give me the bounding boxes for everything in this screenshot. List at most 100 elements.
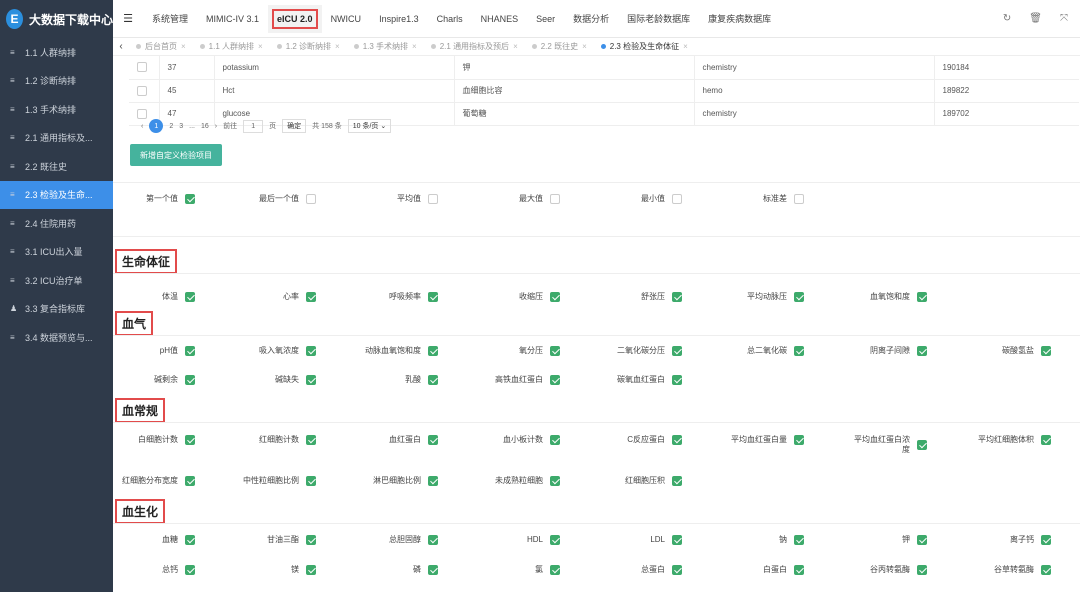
option-checkbox[interactable] bbox=[794, 292, 804, 302]
lab-option[interactable]: 碱剩余 bbox=[113, 375, 195, 385]
page-size-select[interactable]: 10 条/页 ⌄ bbox=[347, 119, 392, 133]
menu-toggle-icon[interactable]: ☰ bbox=[113, 12, 143, 25]
stat-option[interactable]: 标准差 bbox=[684, 194, 804, 204]
sidebar-item[interactable]: ≡ 1.3 手术纳排 bbox=[0, 95, 113, 124]
close-icon[interactable]: × bbox=[683, 42, 688, 51]
top-tab[interactable]: Inspire1.3 bbox=[370, 5, 428, 33]
top-tab[interactable]: MIMIC-IV 3.1 bbox=[197, 5, 268, 33]
lab-option[interactable]: 甘油三酯 bbox=[196, 535, 316, 545]
stat-option[interactable]: 最后一个值 bbox=[196, 194, 316, 204]
sidebar-item[interactable]: ≡ 3.2 ICU治疗单 bbox=[0, 266, 113, 295]
top-tab[interactable]: 系统管理 bbox=[143, 5, 197, 33]
lab-option[interactable]: 氯 bbox=[440, 565, 560, 575]
lab-option[interactable]: 氧分压 bbox=[440, 346, 560, 356]
top-tab[interactable]: Charls bbox=[428, 5, 472, 33]
lab-option[interactable]: 未成熟粒细胞 bbox=[440, 476, 560, 486]
row-checkbox[interactable] bbox=[137, 62, 147, 73]
next-page-icon[interactable]: › bbox=[215, 123, 217, 130]
option-checkbox[interactable] bbox=[306, 375, 316, 385]
option-checkbox[interactable] bbox=[794, 535, 804, 545]
option-checkbox[interactable] bbox=[917, 292, 927, 302]
lab-option[interactable]: 平均红细胞体积 bbox=[931, 435, 1051, 445]
option-checkbox[interactable] bbox=[306, 535, 316, 545]
option-checkbox[interactable] bbox=[1041, 535, 1051, 545]
option-checkbox[interactable] bbox=[917, 346, 927, 356]
prev-page-icon[interactable]: ‹ bbox=[141, 123, 143, 130]
stat-option[interactable]: 第一个值 bbox=[113, 194, 195, 204]
top-tab[interactable]: NHANES bbox=[472, 5, 528, 33]
lab-option[interactable]: 碳酸氢盐 bbox=[931, 346, 1051, 356]
lab-option[interactable]: 总蛋白 bbox=[562, 565, 682, 575]
lab-option[interactable]: 碱缺失 bbox=[196, 375, 316, 385]
lab-option[interactable]: 红细胞计数 bbox=[196, 435, 316, 445]
lab-option[interactable]: 二氧化碳分压 bbox=[562, 346, 682, 356]
page-tab[interactable]: 后台首页 × bbox=[129, 41, 193, 52]
sidebar-item[interactable]: ♟ 3.3 复合指标库 bbox=[0, 295, 113, 324]
delete-icon[interactable]: 🗑 bbox=[1029, 13, 1042, 24]
close-icon[interactable]: × bbox=[181, 42, 186, 51]
row-checkbox[interactable] bbox=[137, 85, 147, 96]
lab-option[interactable]: 谷草转氨酶 bbox=[931, 565, 1051, 575]
row-checkbox[interactable] bbox=[137, 108, 147, 119]
option-checkbox[interactable] bbox=[306, 476, 316, 486]
lab-option[interactable]: 平均动脉压 bbox=[684, 292, 804, 302]
lab-option[interactable]: 血糖 bbox=[113, 535, 195, 545]
close-icon[interactable]: × bbox=[582, 42, 587, 51]
stat-option[interactable]: 最小值 bbox=[562, 194, 682, 204]
page-tab[interactable]: 2.2 既往史 × bbox=[525, 41, 594, 52]
top-tab[interactable]: NWICU bbox=[322, 5, 371, 33]
option-checkbox[interactable] bbox=[428, 435, 438, 445]
lab-option[interactable]: 总胆固醇 bbox=[318, 535, 438, 545]
option-checkbox[interactable] bbox=[428, 292, 438, 302]
lab-option[interactable]: 磷 bbox=[318, 565, 438, 575]
close-icon[interactable]: × bbox=[335, 42, 340, 51]
option-checkbox[interactable] bbox=[672, 346, 682, 356]
page-ellipsis[interactable]: ... bbox=[189, 123, 195, 130]
fullscreen-icon[interactable]: ⤧ bbox=[1060, 13, 1068, 24]
stat-option[interactable]: 最大值 bbox=[440, 194, 560, 204]
lab-option[interactable]: 血红蛋白 bbox=[318, 435, 438, 445]
option-checkbox[interactable] bbox=[672, 194, 682, 204]
lab-option[interactable]: 总钙 bbox=[113, 565, 195, 575]
option-checkbox[interactable] bbox=[185, 565, 195, 575]
option-checkbox[interactable] bbox=[428, 476, 438, 486]
close-icon[interactable]: × bbox=[412, 42, 417, 51]
lab-option[interactable]: 乳酸 bbox=[318, 375, 438, 385]
lab-option[interactable]: 阴离子间隙 bbox=[807, 346, 927, 356]
add-custom-lab-button[interactable]: 新增自定义检验项目 bbox=[130, 144, 222, 166]
lab-option[interactable]: 平均血红蛋白浓度 bbox=[807, 435, 927, 455]
option-checkbox[interactable] bbox=[306, 565, 316, 575]
page-tab[interactable]: 1.1 人群纳排 × bbox=[193, 41, 270, 52]
option-checkbox[interactable] bbox=[185, 435, 195, 445]
lab-option[interactable]: 平均血红蛋白量 bbox=[684, 435, 804, 445]
lab-option[interactable]: 体温 bbox=[113, 292, 195, 302]
option-checkbox[interactable] bbox=[672, 435, 682, 445]
option-checkbox[interactable] bbox=[550, 292, 560, 302]
page-input[interactable]: 1 bbox=[243, 119, 264, 133]
option-checkbox[interactable] bbox=[306, 346, 316, 356]
option-checkbox[interactable] bbox=[185, 194, 195, 204]
option-checkbox[interactable] bbox=[794, 346, 804, 356]
lab-option[interactable]: 白细胞计数 bbox=[113, 435, 195, 445]
lab-option[interactable]: pH值 bbox=[113, 346, 195, 356]
lab-option[interactable]: 红细胞分布宽度 bbox=[113, 476, 195, 486]
option-checkbox[interactable] bbox=[550, 476, 560, 486]
lab-option[interactable]: 收缩压 bbox=[440, 292, 560, 302]
option-checkbox[interactable] bbox=[917, 565, 927, 575]
option-checkbox[interactable] bbox=[917, 440, 927, 450]
lab-option[interactable]: 心率 bbox=[196, 292, 316, 302]
lab-option[interactable]: 高铁血红蛋白 bbox=[440, 375, 560, 385]
sidebar-item[interactable]: ≡ 1.1 人群纳排 bbox=[0, 38, 113, 67]
lab-option[interactable]: 动脉血氧饱和度 bbox=[318, 346, 438, 356]
page-tab[interactable]: 2.1 通用指标及预后 × bbox=[424, 41, 525, 52]
confirm-page-button[interactable]: 确定 bbox=[282, 119, 307, 133]
option-checkbox[interactable] bbox=[672, 375, 682, 385]
lab-option[interactable]: 中性粒细胞比例 bbox=[196, 476, 316, 486]
close-icon[interactable]: × bbox=[513, 42, 518, 51]
lab-option[interactable]: 呼吸频率 bbox=[318, 292, 438, 302]
lab-option[interactable]: 谷丙转氨酶 bbox=[807, 565, 927, 575]
option-checkbox[interactable] bbox=[1041, 435, 1051, 445]
option-checkbox[interactable] bbox=[306, 292, 316, 302]
option-checkbox[interactable] bbox=[306, 194, 316, 204]
option-checkbox[interactable] bbox=[428, 194, 438, 204]
